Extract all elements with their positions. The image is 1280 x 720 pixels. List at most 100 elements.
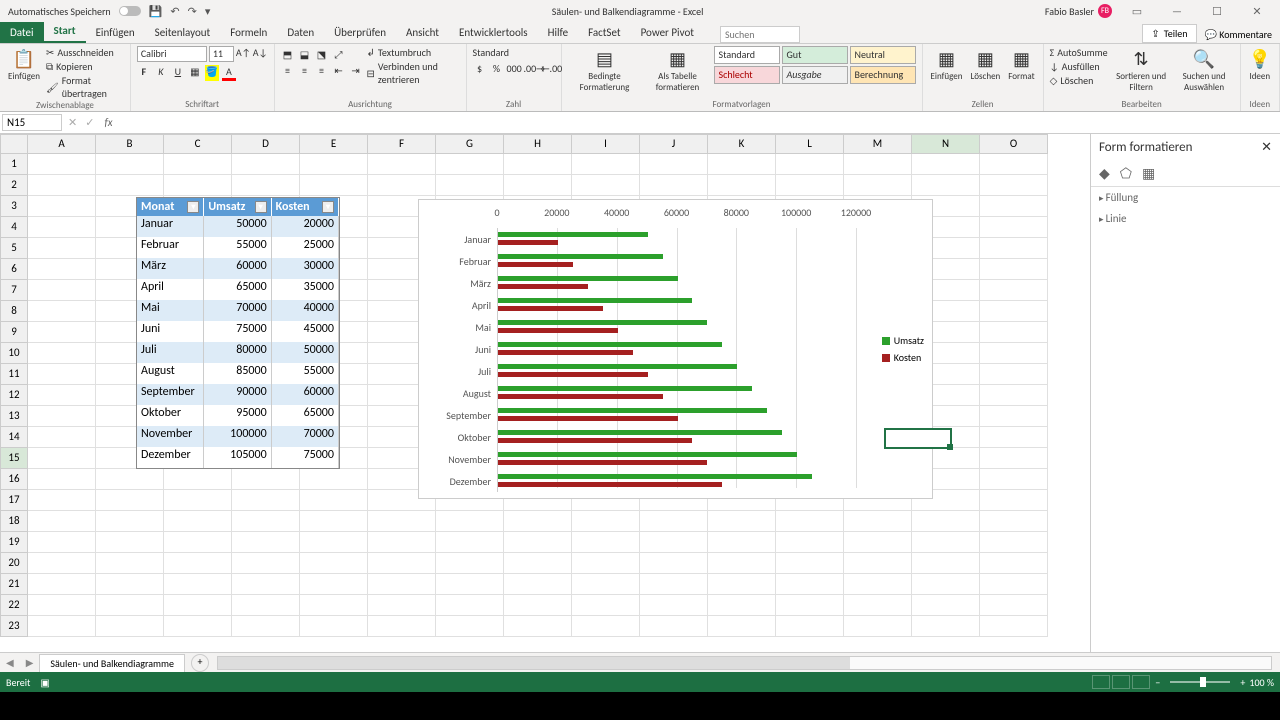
cell[interactable] (436, 616, 504, 637)
chart-bar[interactable] (498, 452, 797, 457)
cell[interactable] (436, 553, 504, 574)
data-table[interactable]: Monat▾Umsatz▾Kosten▾Januar5000020000Febr… (136, 197, 340, 469)
decrease-decimal-icon[interactable]: ←.00 (541, 62, 555, 75)
cell[interactable] (980, 448, 1048, 469)
cell[interactable] (572, 532, 640, 553)
column-header[interactable]: L (776, 134, 844, 154)
cell[interactable] (436, 511, 504, 532)
cut-button[interactable]: ✂Ausschneiden (46, 46, 124, 59)
minimize-icon[interactable]: — (1162, 5, 1192, 18)
cell[interactable] (980, 322, 1048, 343)
chart-bar[interactable] (498, 276, 678, 281)
chart-bar[interactable] (498, 342, 722, 347)
row-header[interactable]: 21 (0, 574, 28, 595)
cell[interactable] (844, 553, 912, 574)
cell[interactable] (912, 553, 980, 574)
cell[interactable] (232, 595, 300, 616)
cell[interactable] (28, 385, 96, 406)
row-header[interactable]: 15 (0, 448, 28, 469)
column-header[interactable]: I (572, 134, 640, 154)
delete-cells-button[interactable]: ▦Löschen (968, 46, 1002, 84)
chart-bar[interactable] (498, 474, 812, 479)
cell[interactable] (28, 616, 96, 637)
table-cell[interactable]: 75000 (272, 447, 339, 468)
table-cell[interactable]: 55000 (272, 363, 339, 384)
style-gut[interactable]: Gut (782, 46, 848, 64)
select-all-corner[interactable] (0, 134, 28, 154)
cell[interactable] (164, 595, 232, 616)
cell[interactable] (980, 385, 1048, 406)
cell[interactable] (300, 175, 368, 196)
row-header[interactable]: 4 (0, 217, 28, 238)
format-cells-button[interactable]: ▦Format (1006, 46, 1036, 84)
chart-bar[interactable] (498, 408, 767, 413)
cell[interactable] (28, 511, 96, 532)
chart-bar[interactable] (498, 372, 648, 377)
cell[interactable] (28, 406, 96, 427)
cell[interactable] (164, 616, 232, 637)
bold-icon[interactable]: F (137, 65, 151, 81)
font-color-icon[interactable]: A (222, 65, 236, 81)
sheet-nav-next-icon[interactable]: ▶ (20, 656, 40, 669)
chart-bar[interactable] (498, 430, 782, 435)
style-ausgabe[interactable]: Ausgabe (782, 66, 848, 84)
cell[interactable] (980, 553, 1048, 574)
table-cell[interactable]: 25000 (272, 237, 339, 258)
italic-icon[interactable]: K (154, 65, 168, 81)
cell[interactable] (708, 595, 776, 616)
cell[interactable] (844, 574, 912, 595)
table-cell[interactable]: August (137, 363, 204, 384)
cell[interactable] (96, 616, 164, 637)
cell[interactable] (912, 175, 980, 196)
table-cell[interactable]: April (137, 279, 204, 300)
formula-bar[interactable] (119, 114, 1280, 131)
align-bottom-icon[interactable]: ⬔ (315, 48, 329, 61)
table-cell[interactable]: Juni (137, 321, 204, 342)
row-header[interactable]: 7 (0, 280, 28, 301)
cell[interactable] (300, 532, 368, 553)
cell[interactable] (96, 532, 164, 553)
cell[interactable] (980, 616, 1048, 637)
cell[interactable] (844, 616, 912, 637)
sheet-tab[interactable]: Säulen- und Balkendiagramme (39, 654, 185, 672)
cell[interactable] (640, 532, 708, 553)
cell[interactable] (504, 532, 572, 553)
cell[interactable] (844, 511, 912, 532)
cell[interactable] (96, 595, 164, 616)
column-header[interactable]: G (436, 134, 504, 154)
find-select-button[interactable]: 🔍Suchen und Auswählen (1175, 46, 1234, 95)
cell[interactable] (232, 175, 300, 196)
cell[interactable] (912, 574, 980, 595)
chart-bar[interactable] (498, 350, 633, 355)
cell[interactable] (28, 553, 96, 574)
chart-bar[interactable] (498, 262, 573, 267)
table-cell[interactable]: 85000 (204, 363, 271, 384)
tab-view[interactable]: Ansicht (396, 22, 449, 43)
table-cell[interactable]: 50000 (272, 342, 339, 363)
cell[interactable] (912, 154, 980, 175)
cell[interactable] (28, 448, 96, 469)
table-cell[interactable]: Mai (137, 300, 204, 321)
active-cell[interactable] (884, 428, 952, 449)
cell[interactable] (368, 574, 436, 595)
cell[interactable] (640, 553, 708, 574)
cell[interactable] (164, 490, 232, 511)
cell[interactable] (368, 154, 436, 175)
cell[interactable] (980, 406, 1048, 427)
table-cell[interactable]: 70000 (204, 300, 271, 321)
tab-help[interactable]: Hilfe (538, 22, 578, 43)
cell[interactable] (708, 616, 776, 637)
name-box[interactable] (2, 114, 62, 131)
style-neutral[interactable]: Neutral (850, 46, 916, 64)
autosum-button[interactable]: ΣAutoSumme (1050, 46, 1108, 59)
cell[interactable] (300, 154, 368, 175)
cell[interactable] (28, 364, 96, 385)
fx-cancel-icon[interactable]: ✕ (64, 116, 81, 129)
cell[interactable] (572, 595, 640, 616)
bar-chart[interactable]: 020000400006000080000100000120000JanuarF… (418, 199, 933, 499)
chart-bar[interactable] (498, 482, 722, 487)
row-header[interactable]: 17 (0, 490, 28, 511)
cell[interactable] (980, 574, 1048, 595)
align-center-icon[interactable]: ≡ (298, 64, 312, 77)
row-header[interactable]: 8 (0, 301, 28, 322)
